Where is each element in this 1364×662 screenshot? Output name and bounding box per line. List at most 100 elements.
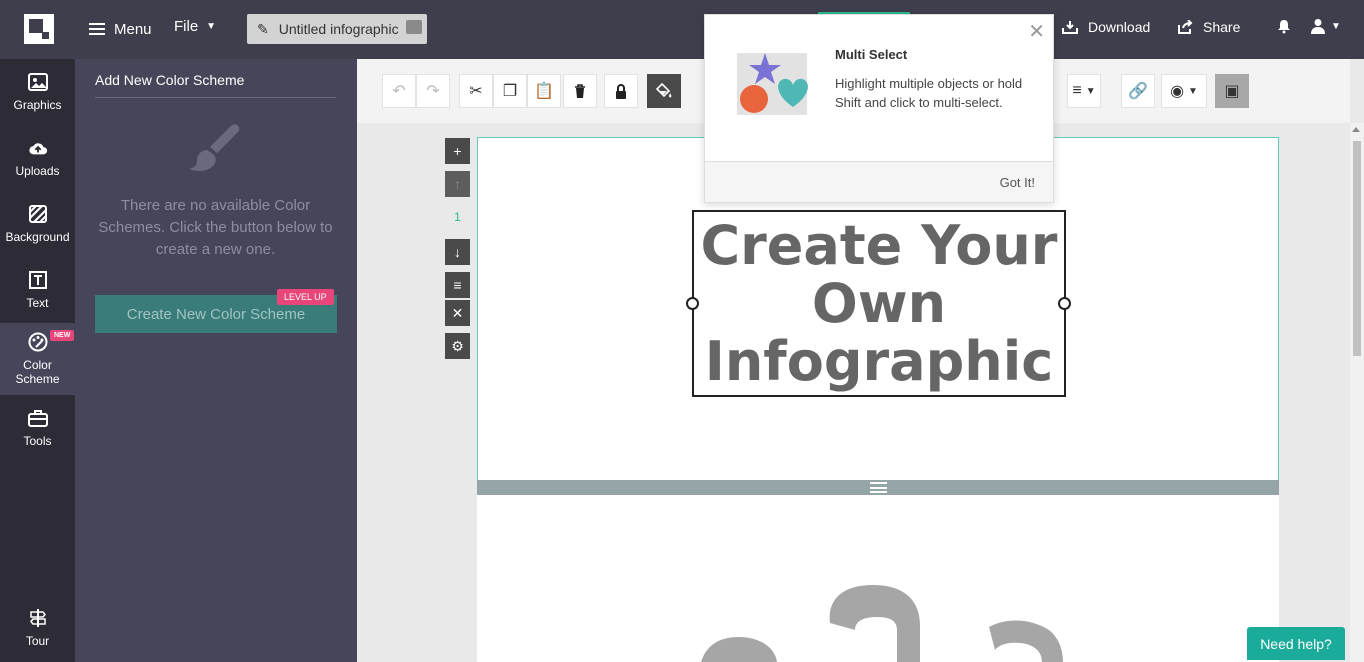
user-menu[interactable]: ▼ [1311,18,1341,34]
lock-button[interactable] [604,74,638,108]
download-icon [1062,21,1078,34]
share-label: Share [1203,19,1241,35]
question-marks-graphic [701,585,1063,662]
sidebar-item-label: Tools [23,434,52,448]
plus-icon: + [453,143,462,159]
align-center-icon: ≡ [1072,82,1082,99]
divider [95,97,336,98]
scrollbar-thumb[interactable] [1353,141,1361,356]
pencil-icon: ✎ [257,20,269,37]
popup-description: Highlight multiple objects or hold Shift… [835,76,1023,110]
duplicate-page-button[interactable]: ≡ [445,272,470,298]
paintbrush-icon [189,124,240,171]
scissors-icon: ✂ [469,83,483,100]
fill-color-button[interactable] [647,74,681,108]
resize-handle-right[interactable] [1058,297,1071,310]
scroll-up-arrow-icon[interactable] [1352,127,1360,132]
paste-icon: 📋 [534,83,554,100]
link-icon: 🔗 [1128,83,1148,100]
toolbox-icon [27,408,48,428]
move-page-down-button[interactable]: ↓ [445,239,470,265]
trash-icon [575,83,585,98]
app-logo[interactable] [24,14,54,44]
copy-button[interactable]: ❐ [493,74,527,108]
sidebar-item-text[interactable]: Text [0,257,75,323]
move-page-up-button[interactable]: ↑ [445,171,470,197]
infographic-page-2[interactable] [477,495,1279,662]
chevron-down-icon: ▼ [1188,85,1198,97]
sidebar-item-label: Text [26,296,49,310]
undo-button[interactable]: ↶ [382,74,416,108]
multi-select-illustration [737,53,808,115]
close-icon: ✕ [451,304,464,321]
drag-handle-icon[interactable] [870,482,887,493]
paste-button[interactable]: 📋 [527,74,561,108]
multi-select-tip-popup: ✕ Multi Select Highlight multiple object… [704,14,1054,203]
level-up-badge: LEVEL UP [277,289,334,305]
link-button[interactable]: 🔗 [1121,74,1155,108]
got-it-button[interactable]: Got It! [1000,175,1035,190]
close-icon[interactable]: ✕ [1028,19,1045,44]
background-icon [28,204,48,224]
comment-icon[interactable] [406,20,422,34]
bell-icon[interactable] [1277,19,1291,38]
page-settings-button[interactable]: ⚙ [445,333,470,359]
menu-label: Menu [114,20,152,38]
sidebar-item-label: Background [5,230,70,244]
tour-label: Tour [25,634,50,648]
arrange-button[interactable]: ▣ [1215,74,1249,108]
headline-text: Create Your Own Infographic [701,216,1058,393]
redo-button[interactable]: ↷ [416,74,450,108]
new-badge: NEW [50,330,75,341]
share-button[interactable]: Share [1177,19,1240,35]
add-page-button[interactable]: + [445,138,470,164]
paint-bucket-icon [655,83,672,98]
cut-button[interactable]: ✂ [459,74,493,108]
image-icon [27,72,48,92]
share-icon [1178,20,1193,34]
top-bar: Menu File ▼ ✎ Untitled infographic Downl… [0,0,1364,59]
need-help-button[interactable]: Need help? [1247,627,1345,660]
file-menu-button[interactable]: File ▼ [174,18,216,35]
signpost-icon [28,608,48,628]
delete-page-button[interactable]: ✕ [445,300,470,326]
sidebar-item-label: Uploads [15,164,60,178]
delete-button[interactable] [563,74,597,108]
sidebar-item-uploads[interactable]: Uploads [0,125,75,191]
download-label: Download [1088,19,1151,35]
left-nav-rail: Graphics Uploads Background Text Color S… [0,59,75,662]
effects-button[interactable]: ◉ ▼ [1161,74,1207,108]
chevron-down-icon: ▼ [206,21,217,32]
sidebar-item-background[interactable]: Background [0,191,75,257]
resize-handle-left[interactable] [686,297,699,310]
move-up-icon: ↑ [454,176,461,192]
redo-icon: ↷ [426,83,440,100]
hamburger-icon [89,23,105,35]
download-button[interactable]: Download [1062,19,1150,35]
gear-icon: ⚙ [451,337,464,354]
undo-icon: ↶ [392,83,406,100]
popup-title: Multi Select [835,47,908,62]
menu-button[interactable]: Menu [89,18,152,40]
headline-text-box[interactable]: Create Your Own Infographic [692,210,1066,397]
color-scheme-panel: Add New Color Scheme There are no availa… [75,59,357,662]
document-title: Untitled infographic [278,21,399,37]
move-down-icon: ↓ [454,244,461,260]
lock-icon [616,83,626,99]
sidebar-item-graphics[interactable]: Graphics [0,59,75,125]
cloud-upload-icon [28,138,48,158]
document-title-field[interactable]: ✎ Untitled infographic [247,14,427,44]
align-button[interactable]: ≡ ▼ [1067,74,1101,108]
tour-button[interactable]: Tour [0,595,75,661]
effects-icon: ◉ [1170,83,1185,100]
palette-icon [28,332,48,352]
arrange-icon: ▣ [1224,83,1240,100]
headline-line: Infographic [704,329,1054,393]
sidebar-item-label: Color Scheme [15,358,60,386]
headline-line: Own [811,271,947,335]
text-icon [28,270,48,290]
user-icon [1311,19,1325,34]
file-label: File [174,18,199,35]
sidebar-item-tools[interactable]: Tools [0,395,75,461]
sidebar-item-label: Graphics [13,98,62,112]
